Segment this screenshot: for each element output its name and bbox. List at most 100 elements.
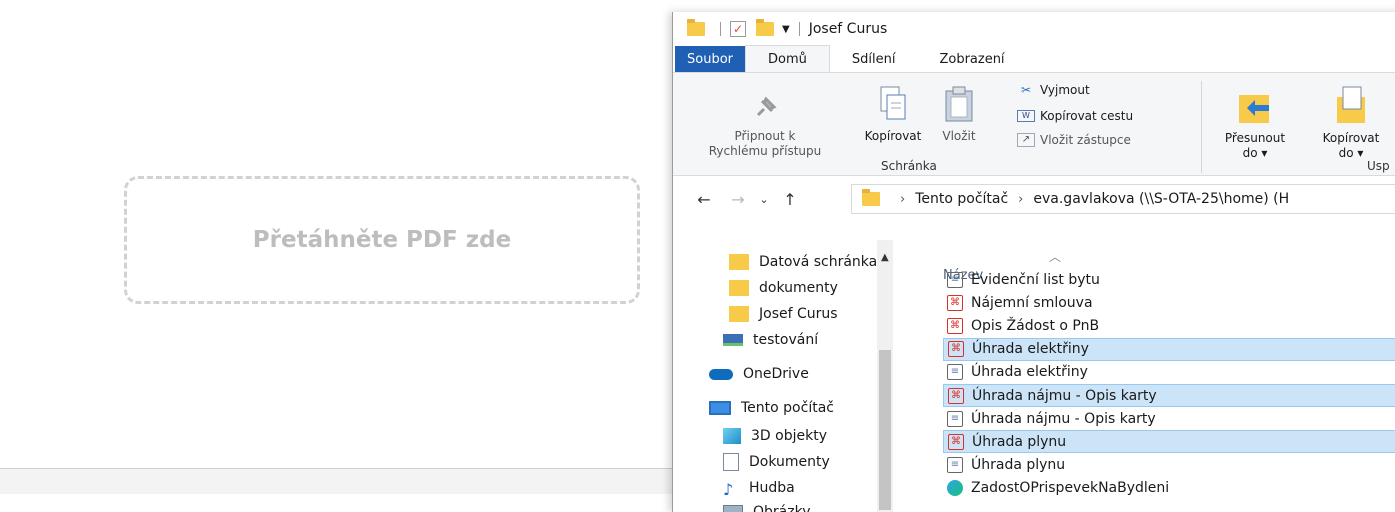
file-row[interactable]: ⌘ Úhrada nájmu - Opis karty <box>943 384 1395 407</box>
paste-label: Vložit <box>942 129 976 143</box>
copy-button[interactable]: Kopírovat <box>851 85 935 144</box>
file-row[interactable]: ZadostOPrispevekNaBydleni <box>943 477 1395 500</box>
nav-item-label: testování <box>753 332 819 348</box>
navigation-pane: Datová schránka dokumenty Josef Curus te… <box>673 244 913 512</box>
nav-item-label: Dokumenty <box>749 454 830 470</box>
clipboard-icon <box>945 86 973 122</box>
tab-share[interactable]: Sdílení <box>830 46 918 72</box>
folder-icon <box>729 254 749 270</box>
document-icon: ≡ <box>947 457 963 474</box>
file-name: Úhrada elektřiny <box>971 364 1088 381</box>
address-row: ← → ⌄ ↑ › Tento počítač › eva.gavlakova … <box>673 176 1395 222</box>
file-name: Úhrada nájmu - Opis karty <box>972 387 1157 404</box>
up-arrow-icon[interactable]: ↑ <box>777 190 803 209</box>
nav-item-label: Obrázky <box>753 504 811 512</box>
breadcrumb-home-drive[interactable]: eva.gavlakova (\\S-OTA-25\home) (H <box>1033 191 1289 207</box>
file-explorer-window[interactable]: ✓ ▼ Josef Curus Soubor Domů Sdílení Zobr… <box>672 12 1395 512</box>
pin-quick-access-button[interactable]: Připnout k Rychlému přístupu <box>677 93 853 159</box>
move-to-icon <box>1239 95 1269 123</box>
forward-arrow-icon[interactable]: → <box>725 190 751 209</box>
file-list: ≡ Evidenční list bytu ⌘ Nájemní smlouva ⌘ Opi… <box>943 244 1395 512</box>
paste-shortcut-icon: ↗ <box>1017 133 1035 147</box>
nav-item-label: Tento počítač <box>741 400 834 416</box>
nav-item-music[interactable]: ♪ Hudba <box>723 476 795 500</box>
nav-item-label: OneDrive <box>743 366 809 382</box>
nav-item-pictures[interactable]: Obrázky <box>723 500 810 512</box>
nav-item-documents[interactable]: Dokumenty <box>723 450 830 474</box>
page-footer-bar <box>0 468 680 494</box>
tab-file[interactable]: Soubor <box>675 46 745 72</box>
copy-label: Kopírovat <box>864 129 922 143</box>
file-name: Nájemní smlouva <box>971 294 1093 311</box>
nav-item-josef-curus[interactable]: Josef Curus <box>729 302 838 326</box>
nav-item-label: Josef Curus <box>759 306 838 322</box>
nav-item-testovani[interactable]: testování <box>723 328 818 352</box>
organize-group-label: Usp <box>1367 159 1390 173</box>
pdf-icon: ⌘ <box>947 294 963 311</box>
pdf-icon: ⌘ <box>948 387 964 404</box>
copy-path-button[interactable]: W Kopírovat cestu <box>1017 109 1133 123</box>
copy-to-line2: do ▾ <box>1338 146 1364 160</box>
nav-item-datova-schranka[interactable]: Datová schránka <box>729 250 877 274</box>
divider <box>720 22 721 36</box>
file-row[interactable]: ≡ Evidenční list bytu <box>943 268 1395 291</box>
paste-shortcut-label: Vložit zástupce <box>1040 133 1131 147</box>
divider <box>798 22 800 36</box>
file-row[interactable]: ⌘ Úhrada plynu <box>943 430 1395 454</box>
nav-item-this-pc[interactable]: Tento počítač <box>709 396 834 420</box>
recent-locations-chevron-icon[interactable]: ⌄ <box>751 193 777 206</box>
window-title: Josef Curus <box>808 21 888 37</box>
back-arrow-icon[interactable]: ← <box>691 190 717 209</box>
move-to-line2: do ▾ <box>1242 146 1268 160</box>
file-row[interactable]: ≡ Úhrada elektřiny <box>943 361 1395 384</box>
new-folder-icon[interactable] <box>756 19 774 36</box>
file-row[interactable]: ≡ Úhrada nájmu - Opis karty <box>943 407 1395 430</box>
chevron-right-icon[interactable]: › <box>1018 192 1023 207</box>
pdf-icon: ⌘ <box>948 433 964 450</box>
chevron-right-icon[interactable]: › <box>900 192 905 207</box>
pin-label-line2: Rychlému přístupu <box>708 144 822 158</box>
document-icon: ≡ <box>947 364 963 381</box>
copy-to-button[interactable]: Kopírovat do ▾ <box>1303 85 1395 161</box>
tab-view[interactable]: Zobrazení <box>917 46 1026 72</box>
computer-icon <box>709 401 731 415</box>
nav-item-label: Datová schránka <box>759 254 878 270</box>
nav-item-label: 3D objekty <box>751 428 827 444</box>
customize-toolbar-icon[interactable]: ▼ <box>782 24 790 35</box>
properties-icon[interactable]: ✓ <box>730 21 746 37</box>
nav-item-3d-objects[interactable]: 3D objekty <box>723 424 827 448</box>
copy-path-icon: W <box>1017 110 1035 122</box>
pdf-dropzone[interactable]: Přetáhněte PDF zde <box>124 176 640 304</box>
move-to-line1: Přesunout <box>1224 131 1286 145</box>
ribbon-panel: Připnout k Rychlému přístupu Kopírovat V… <box>673 72 1395 176</box>
paste-shortcut-button[interactable]: ↗ Vložit zástupce <box>1017 133 1131 147</box>
file-name: Úhrada plynu <box>971 457 1066 474</box>
paste-button[interactable]: Vložit <box>929 85 989 144</box>
folder-icon <box>729 306 749 322</box>
file-row[interactable]: ≡ Úhrada plynu <box>943 454 1395 477</box>
nav-item-dokumenty[interactable]: dokumenty <box>729 276 838 300</box>
dropzone-label: Přetáhněte PDF zde <box>252 227 512 253</box>
document-icon: ≡ <box>947 410 963 427</box>
breadcrumb-this-pc[interactable]: Tento počítač <box>915 191 1008 207</box>
file-row[interactable]: ⌘ Úhrada elektřiny <box>943 337 1395 361</box>
cube-icon <box>723 428 741 444</box>
pictures-icon <box>723 505 743 512</box>
cloud-icon <box>709 368 733 380</box>
address-bar[interactable]: › Tento počítač › eva.gavlakova (\\S-OTA… <box>851 184 1395 214</box>
file-name: Evidenční list bytu <box>971 271 1100 288</box>
group-divider <box>1201 81 1202 173</box>
nav-item-onedrive[interactable]: OneDrive <box>709 362 809 386</box>
file-row[interactable]: ⌘ Opis Žádost o PnB <box>943 314 1395 337</box>
title-bar: ✓ ▼ Josef Curus <box>673 12 1395 46</box>
tab-home[interactable]: Domů <box>745 45 830 72</box>
copy-to-icon <box>1337 86 1365 123</box>
copy-to-line1: Kopírovat <box>1322 131 1380 145</box>
document-icon: ≡ <box>947 271 963 288</box>
move-to-button[interactable]: Přesunout do ▾ <box>1207 91 1303 161</box>
document-icon <box>723 453 739 471</box>
cut-button[interactable]: ✂ Vyjmout <box>1017 83 1090 97</box>
ribbon-tabs: Soubor Domů Sdílení Zobrazení <box>673 45 1395 72</box>
cut-label: Vyjmout <box>1040 83 1090 97</box>
file-row[interactable]: ⌘ Nájemní smlouva <box>943 291 1395 314</box>
